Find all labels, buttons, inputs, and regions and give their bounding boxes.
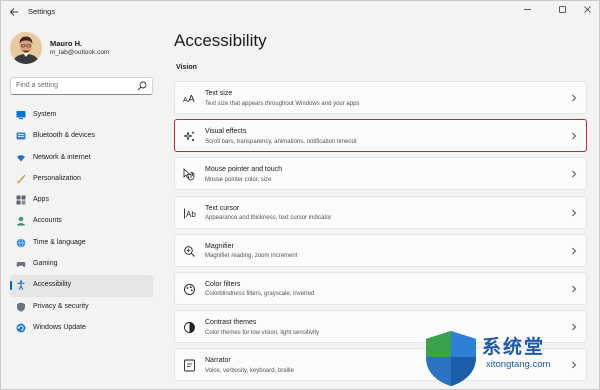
narrator-icon xyxy=(184,359,195,372)
watermark-shield-logo xyxy=(426,331,476,386)
sidebar-item-gaming[interactable]: Gaming xyxy=(10,254,153,275)
back-arrow-icon xyxy=(9,8,18,16)
maximize-button[interactable] xyxy=(551,4,573,18)
monitor-icon xyxy=(16,111,26,120)
chevron-right-icon xyxy=(572,94,577,102)
chevron-right-icon xyxy=(572,132,577,140)
setting-description: Mouse pointer color, size xyxy=(205,176,272,183)
setting-magnifier[interactable]: Magnifier Magnifier reading, zoom increm… xyxy=(174,233,587,267)
sidebar-item-label: Accounts xyxy=(33,217,62,225)
watermark-text: 系统堂 xyxy=(482,336,546,358)
setting-description: Colorblindness filters, grayscale, inver… xyxy=(205,291,315,298)
sidebar-item-time-language[interactable]: Time & language xyxy=(10,233,153,254)
sidebar-item-label: Time & language xyxy=(33,238,86,246)
sidebar-item-personalization[interactable]: Personalization xyxy=(10,169,153,190)
text-size-icon: A A xyxy=(183,94,195,105)
back-button[interactable] xyxy=(7,5,21,19)
section-heading-vision: Vision xyxy=(176,64,197,71)
text-cursor-icon: Ab xyxy=(184,208,196,219)
close-icon xyxy=(583,6,591,13)
sidebar-item-label: Apps xyxy=(33,196,49,204)
search-placeholder: Find a setting xyxy=(16,81,59,89)
setting-text-size[interactable]: A A Text size Text size that appears thr… xyxy=(174,81,587,114)
sidebar-item-apps[interactable]: Apps xyxy=(10,190,153,211)
sidebar-item-bluetooth[interactable]: Bluetooth & devices xyxy=(10,126,153,147)
shield-icon xyxy=(17,302,25,312)
contrast-icon xyxy=(184,322,195,334)
sparkle-icon xyxy=(183,131,195,142)
avatar xyxy=(10,32,42,64)
maximize-icon xyxy=(558,6,566,13)
sidebar-nav: System Bluetooth & devices Network & int… xyxy=(10,105,153,339)
bluetooth-icon xyxy=(16,132,26,140)
setting-title: Text cursor xyxy=(205,204,240,212)
sidebar-item-label: System xyxy=(33,111,57,118)
update-icon xyxy=(16,323,26,333)
close-button[interactable] xyxy=(576,4,598,18)
svg-text:A: A xyxy=(188,94,195,105)
setting-text-cursor[interactable]: Ab Text cursor Appearance and thickness,… xyxy=(174,195,587,229)
setting-color-filters[interactable]: Color filters Colorblindness filters, gr… xyxy=(174,271,587,305)
watermark-url: xitongtang.com xyxy=(486,359,551,370)
setting-description: Voice, verbosity, keyboard, braille xyxy=(205,367,294,374)
setting-title: Mouse pointer and touch xyxy=(205,166,283,174)
color-filter-icon xyxy=(184,283,195,295)
setting-title: Narrator xyxy=(205,357,231,365)
setting-title: Magnifier xyxy=(205,242,234,250)
magnifier-icon xyxy=(184,246,195,257)
setting-description: Text size that appears throughout Window… xyxy=(205,100,360,107)
sidebar-item-label: Bluetooth & devices xyxy=(33,132,95,140)
window-title: Settings xyxy=(28,7,56,16)
setting-description: Appearance and thickness, text cursor in… xyxy=(205,215,332,222)
sidebar-item-windows-update[interactable]: Windows Update xyxy=(10,318,153,339)
user-photo-icon xyxy=(10,32,42,64)
globe-icon xyxy=(16,238,26,248)
sidebar-item-label: Personalization xyxy=(33,174,81,182)
sidebar-item-system[interactable]: System xyxy=(10,105,153,126)
svg-text:Ab: Ab xyxy=(186,210,196,219)
setting-description: Magnifier reading, zoom increment xyxy=(205,253,298,260)
minimize-button[interactable] xyxy=(516,4,538,18)
setting-mouse-pointer-touch[interactable]: Mouse pointer and touch Mouse pointer co… xyxy=(174,157,587,191)
sidebar-item-label: Network & internet xyxy=(33,153,91,161)
chevron-right-icon xyxy=(572,247,577,255)
chevron-right-icon xyxy=(572,209,577,216)
sidebar-item-label: Gaming xyxy=(33,260,58,268)
setting-title: Contrast themes xyxy=(205,319,257,327)
sidebar-item-label: Accessibility xyxy=(33,281,72,289)
brush-icon xyxy=(16,174,26,184)
user-name: Mauro H. xyxy=(50,39,83,48)
setting-visual-effects[interactable]: Visual effects Scroll bars, transparency… xyxy=(174,119,587,153)
setting-title: Visual effects xyxy=(205,128,247,136)
sidebar-item-accessibility[interactable]: Accessibility xyxy=(10,275,153,297)
sidebar-item-privacy-security[interactable]: Privacy & security xyxy=(10,297,153,318)
sidebar-item-label: Windows Update xyxy=(33,323,86,331)
chevron-right-icon xyxy=(572,285,577,293)
sidebar-item-label: Privacy & security xyxy=(33,302,89,310)
search-input[interactable]: Find a setting xyxy=(10,77,153,95)
gamepad-icon xyxy=(16,262,26,268)
setting-title: Color filters xyxy=(205,280,241,288)
apps-icon xyxy=(16,195,26,205)
chevron-right-icon xyxy=(572,171,577,178)
person-icon xyxy=(17,217,25,226)
search-icon xyxy=(137,81,147,91)
user-email: m_lab@outlook.com xyxy=(50,49,110,56)
settings-window: Settings Mauro H. m_lab@outlook.com Find… xyxy=(0,0,600,390)
minimize-icon xyxy=(523,9,531,10)
setting-description: Scroll bars, transparency, animations, n… xyxy=(205,138,357,145)
sidebar-item-accounts[interactable]: Accounts xyxy=(10,211,153,232)
pointer-icon xyxy=(183,168,195,181)
sidebar-item-network[interactable]: Network & internet xyxy=(10,148,153,169)
title-bar: Settings xyxy=(1,1,599,23)
setting-description: Color themes for low vision, light sensi… xyxy=(205,329,320,336)
accessibility-icon xyxy=(17,280,25,291)
wifi-icon xyxy=(17,154,25,162)
setting-title: Text size xyxy=(205,90,233,97)
watermark: 系统堂 xitongtang.com xyxy=(424,329,596,387)
page-title: Accessibility xyxy=(174,31,267,50)
